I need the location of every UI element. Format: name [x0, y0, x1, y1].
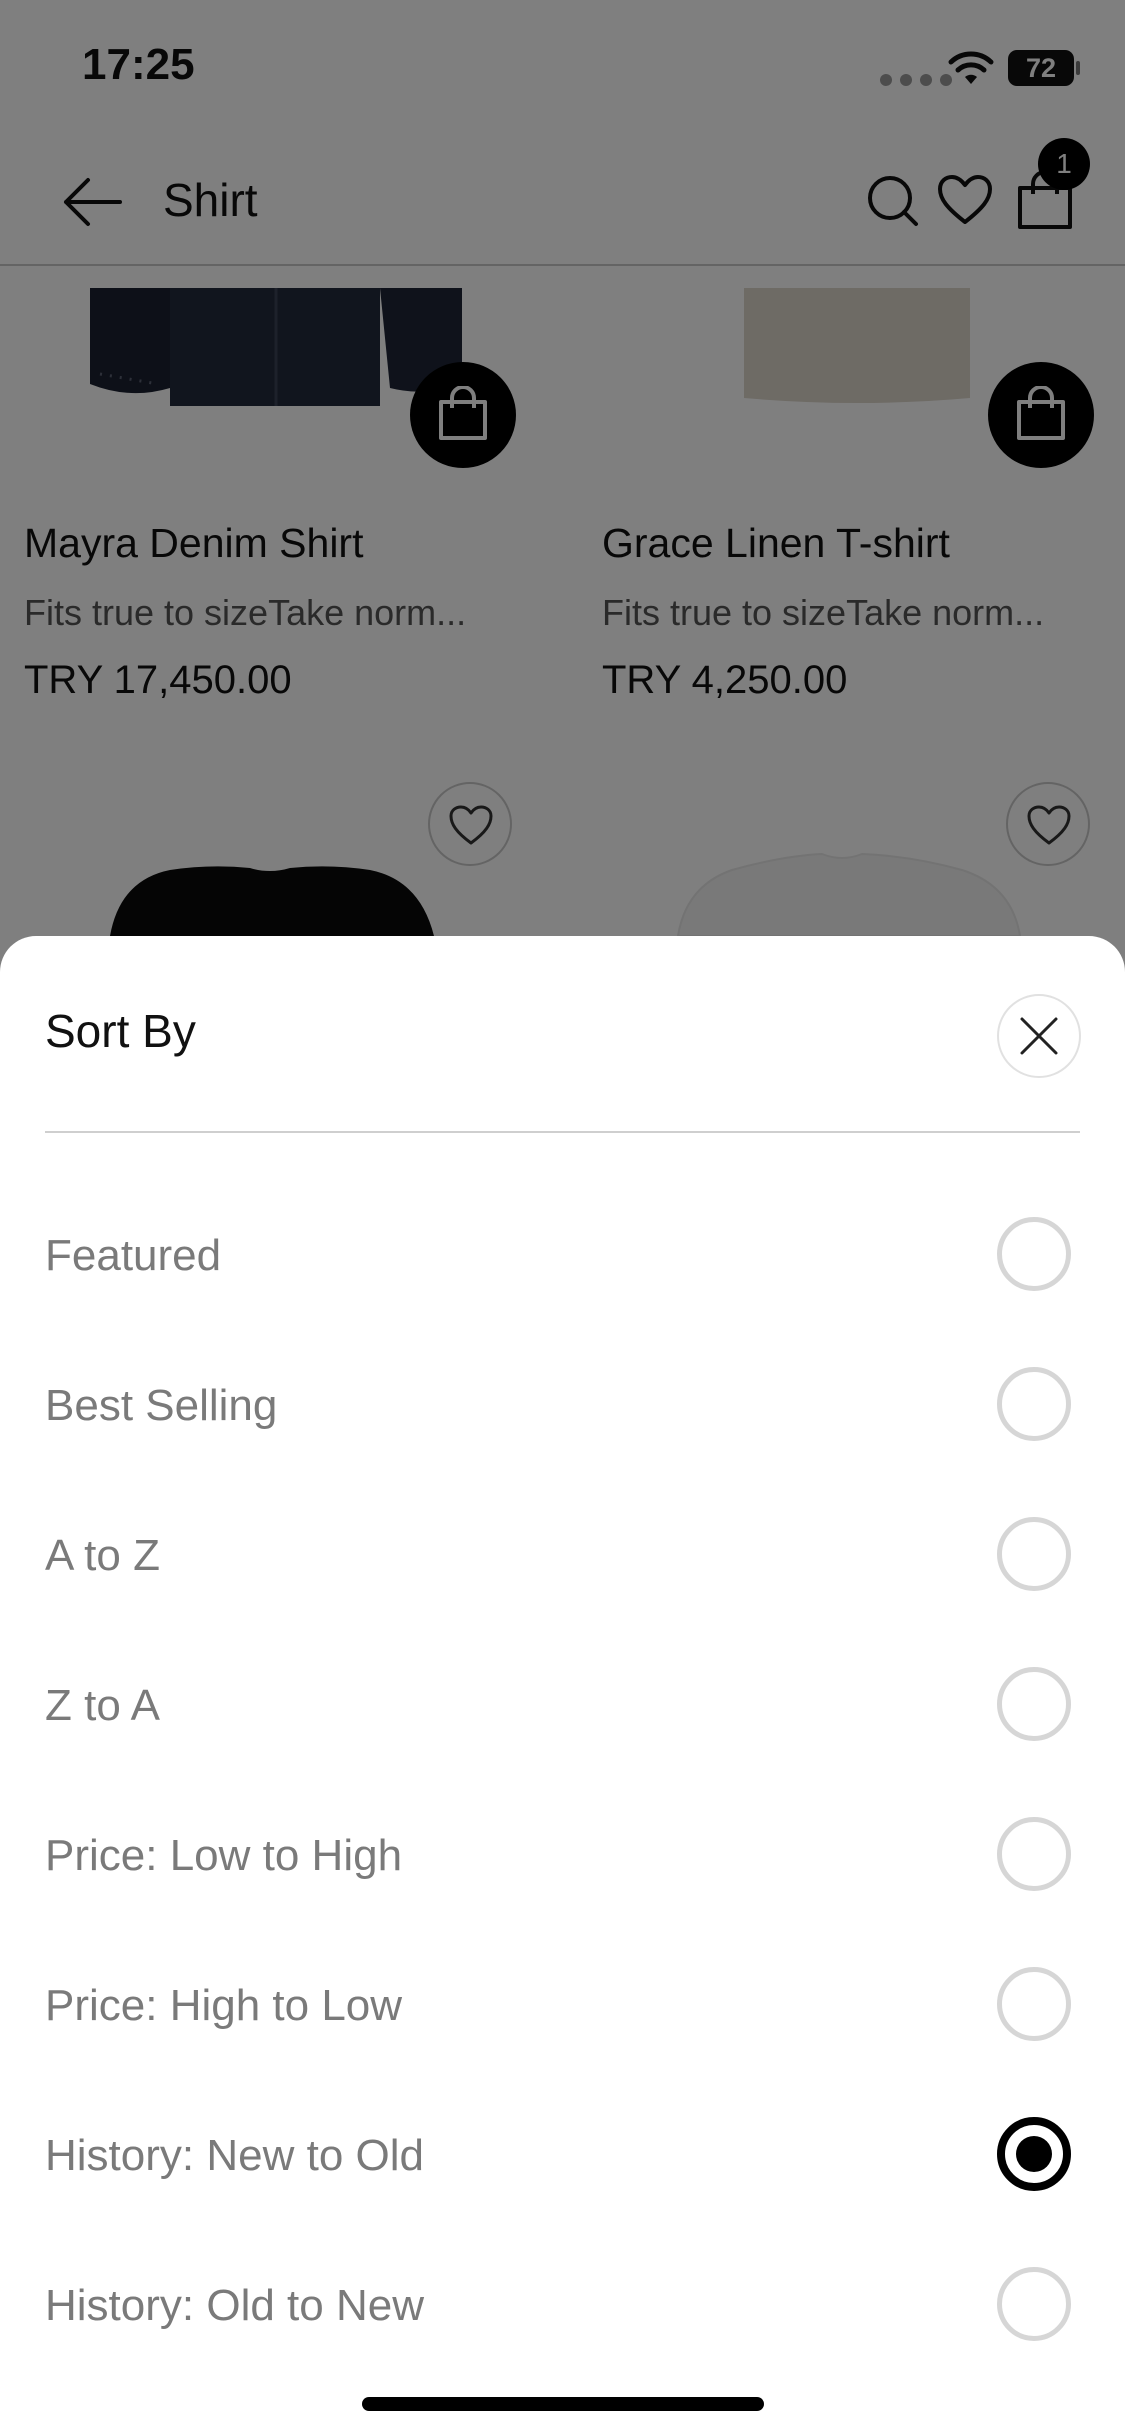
radio-button[interactable]	[997, 1217, 1071, 1291]
sort-option-a-to-z[interactable]: A to Z	[45, 1493, 1080, 1613]
radio-button[interactable]	[997, 1667, 1071, 1741]
sort-option-history-old-to-new[interactable]: History: Old to New	[45, 2243, 1080, 2363]
radio-button[interactable]	[997, 1817, 1071, 1891]
sort-bottom-sheet: Sort By Featured Best Selling A to Z Z t…	[0, 936, 1125, 2436]
sort-option-label: Price: Low to High	[45, 1831, 403, 1880]
radio-button[interactable]	[997, 1367, 1071, 1441]
sort-option-best-selling[interactable]: Best Selling	[45, 1343, 1080, 1463]
sort-option-label: Best Selling	[45, 1381, 278, 1430]
sort-option-label: Price: High to Low	[45, 1981, 403, 2030]
sort-option-history-new-to-old[interactable]: History: New to Old	[45, 2093, 1080, 2213]
radio-button[interactable]	[997, 2267, 1071, 2341]
radio-button-selected[interactable]	[997, 2117, 1071, 2191]
sort-option-featured[interactable]: Featured	[45, 1193, 1080, 1313]
radio-button[interactable]	[997, 1967, 1071, 2041]
sort-option-label: A to Z	[45, 1531, 160, 1580]
home-indicator	[362, 2397, 764, 2411]
divider	[45, 1131, 1080, 1133]
sheet-title: Sort By	[45, 1005, 196, 1057]
sort-option-label: Featured	[45, 1231, 222, 1280]
sort-option-label: History: New to Old	[45, 2131, 424, 2180]
close-button[interactable]	[997, 994, 1081, 1078]
radio-button[interactable]	[997, 1517, 1071, 1591]
close-icon	[1020, 1017, 1058, 1055]
sort-option-label: History: Old to New	[45, 2281, 424, 2330]
sort-option-price-low-to-high[interactable]: Price: Low to High	[45, 1793, 1080, 1913]
sort-option-z-to-a[interactable]: Z to A	[45, 1643, 1080, 1763]
sort-option-label: Z to A	[45, 1681, 160, 1730]
sort-option-price-high-to-low[interactable]: Price: High to Low	[45, 1943, 1080, 2063]
